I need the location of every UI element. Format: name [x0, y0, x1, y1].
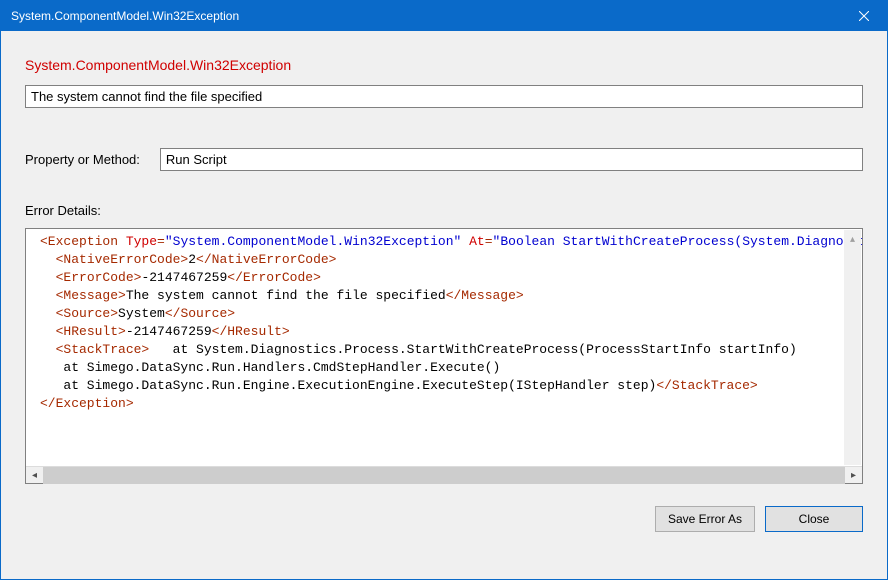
error-message-box: The system cannot find the file specifie… — [25, 85, 863, 108]
scroll-track[interactable] — [43, 467, 845, 484]
horizontal-scrollbar[interactable]: ◂ ▸ — [26, 466, 862, 483]
scroll-thumb[interactable] — [43, 467, 845, 484]
error-details-label: Error Details: — [25, 203, 863, 218]
error-details-text[interactable]: <Exception Type="System.ComponentModel.W… — [26, 229, 862, 466]
property-row: Property or Method: Run Script — [25, 148, 863, 171]
titlebar: System.ComponentModel.Win32Exception — [1, 1, 887, 31]
close-window-button[interactable] — [841, 1, 887, 31]
window-title: System.ComponentModel.Win32Exception — [11, 9, 239, 23]
error-details-panel: <Exception Type="System.ComponentModel.W… — [25, 228, 863, 484]
property-label: Property or Method: — [25, 152, 140, 167]
close-button[interactable]: Close — [765, 506, 863, 532]
save-error-as-button[interactable]: Save Error As — [655, 506, 755, 532]
scroll-left-arrow[interactable]: ◂ — [26, 467, 43, 484]
vertical-scrollbar[interactable]: ▴ — [844, 230, 861, 465]
button-row: Save Error As Close — [25, 506, 863, 532]
close-icon — [859, 11, 869, 21]
dialog-content: System.ComponentModel.Win32Exception The… — [1, 31, 887, 550]
exception-heading: System.ComponentModel.Win32Exception — [25, 57, 863, 73]
scroll-right-arrow[interactable]: ▸ — [845, 467, 862, 484]
property-value: Run Script — [160, 148, 863, 171]
